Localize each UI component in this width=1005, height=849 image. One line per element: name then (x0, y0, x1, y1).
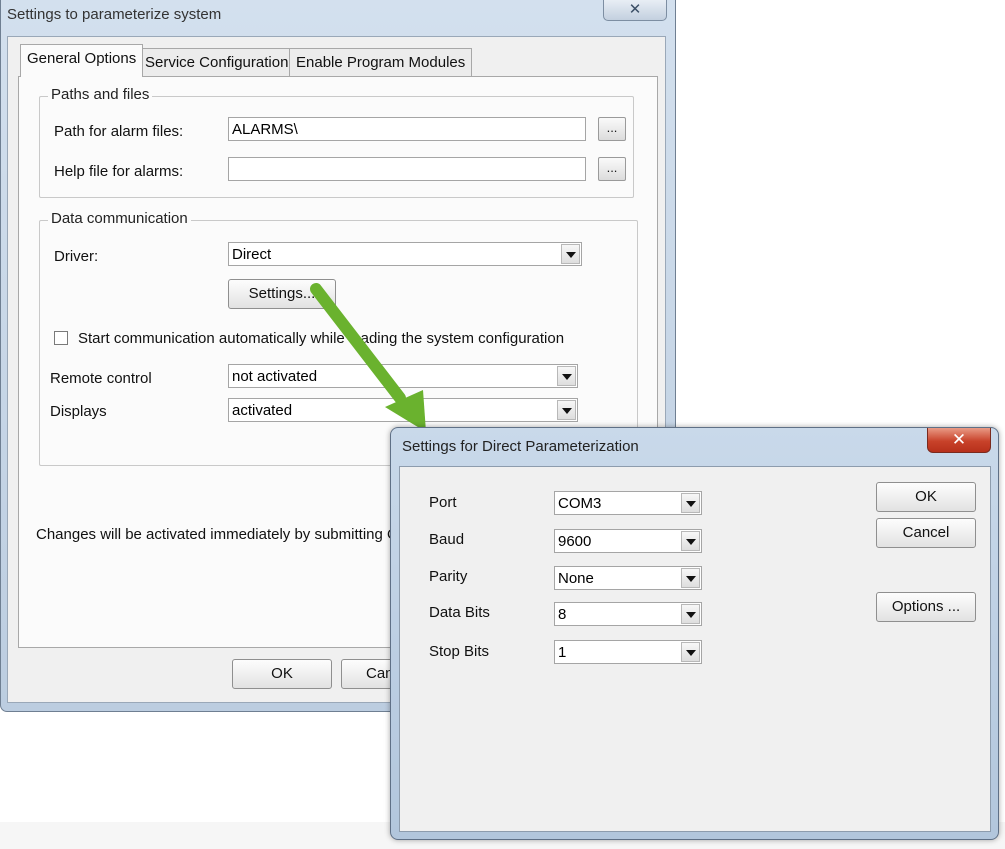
chevron-down-icon[interactable] (681, 568, 700, 588)
driver-select[interactable]: Direct (228, 242, 582, 266)
chevron-down-icon[interactable] (681, 531, 700, 551)
data-bits-value: 8 (558, 606, 567, 623)
tab-general-options[interactable]: General Options (20, 44, 144, 77)
help-file-browse-button[interactable]: ... (598, 157, 626, 181)
autostart-label: Start communication automatically while … (78, 330, 565, 347)
alarm-path-label: Path for alarm files: (54, 123, 184, 140)
port-select[interactable]: COM3 (554, 491, 702, 515)
chevron-down-icon[interactable] (681, 642, 700, 662)
remote-control-label: Remote control (50, 370, 152, 387)
baud-label: Baud (429, 531, 465, 548)
close-icon: ✕ (628, 1, 642, 18)
main-ok-button[interactable]: OK (232, 659, 332, 689)
displays-value: activated (232, 402, 293, 419)
driver-settings-button[interactable]: Settings... (228, 279, 336, 309)
paths-and-files-group: Paths and files Path for alarm files: AL… (39, 86, 634, 198)
data-bits-label: Data Bits (429, 604, 490, 621)
driver-label: Driver: (54, 248, 99, 265)
tab-enable-program-modules[interactable]: Enable Program Modules (289, 48, 473, 76)
stop-bits-select[interactable]: 1 (554, 640, 702, 664)
chevron-down-icon[interactable] (681, 604, 700, 624)
direct-dialog-close-button[interactable]: ✕ (927, 428, 991, 453)
direct-options-button[interactable]: Options ... (876, 592, 976, 622)
comm-group-title: Data communication (48, 210, 191, 227)
port-value: COM3 (558, 495, 602, 512)
direct-dialog-title: Settings for Direct Parameterization (402, 438, 639, 455)
port-label: Port (429, 494, 457, 511)
tab-service-configuration[interactable]: Service Configuration (138, 48, 296, 76)
help-file-label: Help file for alarms: (54, 163, 184, 180)
parity-select[interactable]: None (554, 566, 702, 590)
alarm-path-input[interactable]: ALARMS\ (228, 117, 586, 141)
main-dialog-title: Settings to parameterize system (7, 6, 222, 23)
help-file-input[interactable] (228, 157, 586, 181)
remote-control-value: not activated (232, 368, 318, 385)
chevron-down-icon[interactable] (557, 400, 576, 420)
direct-ok-button[interactable]: OK (876, 482, 976, 512)
close-icon: ✕ (951, 430, 967, 449)
main-dialog-close-button[interactable]: ✕ (603, 0, 667, 21)
parity-label: Parity (429, 568, 468, 585)
stop-bits-value: 1 (558, 644, 567, 661)
parity-value: None (558, 570, 594, 587)
chevron-down-icon[interactable] (681, 493, 700, 513)
autostart-checkbox[interactable] (54, 331, 68, 345)
driver-select-value: Direct (232, 246, 272, 263)
data-bits-select[interactable]: 8 (554, 602, 702, 626)
activation-note: Changes will be activated immediately by… (36, 526, 413, 543)
displays-label: Displays (50, 403, 107, 420)
direct-cancel-button[interactable]: Cancel (876, 518, 976, 548)
remote-control-select[interactable]: not activated (228, 364, 578, 388)
alarm-path-browse-button[interactable]: ... (598, 117, 626, 141)
chevron-down-icon[interactable] (561, 244, 580, 264)
baud-select[interactable]: 9600 (554, 529, 702, 553)
direct-parameterization-window: Settings for Direct Parameterization ✕ P… (390, 427, 999, 840)
chevron-down-icon[interactable] (557, 366, 576, 386)
displays-select[interactable]: activated (228, 398, 578, 422)
baud-value: 9600 (558, 533, 592, 550)
paths-group-title: Paths and files (48, 86, 153, 103)
stop-bits-label: Stop Bits (429, 643, 490, 660)
direct-dialog-client: Port COM3 Baud 9600 Parity None Data Bit… (399, 466, 991, 832)
